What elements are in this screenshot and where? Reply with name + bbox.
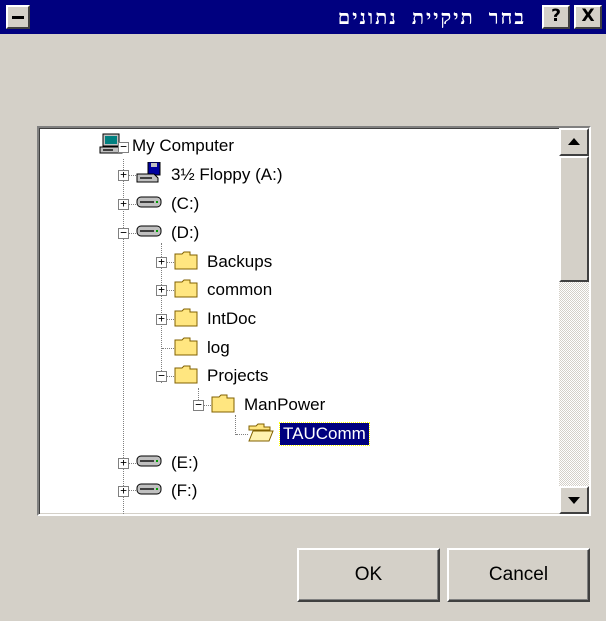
title-bar[interactable]: בחר תיקיית נתונים ? X xyxy=(0,0,606,34)
tree-item-label: TAUComm xyxy=(279,422,370,446)
folder-icon xyxy=(211,393,235,418)
open-folder-icon xyxy=(248,422,274,447)
arrow-down-icon xyxy=(568,497,580,504)
system-menu-icon[interactable] xyxy=(6,5,30,29)
expand-icon[interactable]: + xyxy=(156,256,167,268)
collapse-icon[interactable]: − xyxy=(193,399,204,411)
folder-icon xyxy=(174,336,198,361)
tree-item-log[interactable]: log xyxy=(174,335,233,361)
tree-item-label: Projects xyxy=(207,366,269,385)
tree-item-drive-e[interactable]: (E:) xyxy=(136,450,201,476)
tree-item-label: log xyxy=(207,338,230,357)
hard-drive-icon xyxy=(136,453,162,473)
close-button[interactable]: X xyxy=(574,5,602,29)
hard-drive-icon xyxy=(136,481,162,501)
tree-item-floppy[interactable]: 3½ Floppy (A:) xyxy=(136,161,286,189)
tree-item-label: common xyxy=(207,280,273,299)
tree-item-taucomm[interactable]: TAUComm xyxy=(248,421,370,447)
expand-icon[interactable]: + xyxy=(118,169,129,181)
tree-item-label: My Computer xyxy=(132,136,235,155)
tree-item-drive-d[interactable]: (D:) xyxy=(136,220,202,246)
tree-item-label: Backups xyxy=(207,252,273,271)
collapse-icon[interactable]: − xyxy=(118,141,129,153)
collapse-icon[interactable]: − xyxy=(156,370,167,382)
tree-item-label: (C:) xyxy=(171,194,200,213)
tree-item-projects[interactable]: Projects xyxy=(174,363,271,389)
ok-button[interactable]: OK xyxy=(297,548,440,602)
window-title: בחר תיקיית נתונים xyxy=(337,5,526,29)
tree-item-common[interactable]: common xyxy=(174,277,275,303)
expand-icon[interactable]: + xyxy=(118,198,129,210)
tree-item-label: (F:) xyxy=(171,481,198,500)
tree-item-label: 3½ Floppy (A:) xyxy=(171,165,283,184)
tree-item-intdoc[interactable]: IntDoc xyxy=(174,306,259,332)
tree-item-drive-f[interactable]: (F:) xyxy=(136,478,200,504)
expand-icon[interactable]: + xyxy=(118,485,129,497)
folder-tree[interactable]: My Computer − 3½ Floppy (A:) + (C:) + (D… xyxy=(37,126,591,516)
scroll-up-button[interactable] xyxy=(559,128,589,156)
vertical-scrollbar[interactable] xyxy=(559,128,589,514)
tree-item-label: (D:) xyxy=(171,223,200,242)
folder-icon xyxy=(174,307,198,332)
scroll-thumb[interactable] xyxy=(559,156,589,282)
folder-icon xyxy=(174,278,198,303)
arrow-up-icon xyxy=(568,138,580,145)
tree-item-drive-c[interactable]: (C:) xyxy=(136,191,202,217)
tree-item-label: (E:) xyxy=(171,453,199,472)
folder-icon xyxy=(174,364,198,389)
hard-drive-icon xyxy=(136,223,162,243)
help-button[interactable]: ? xyxy=(542,5,570,29)
expand-icon[interactable]: + xyxy=(118,457,129,469)
expand-icon[interactable]: + xyxy=(156,284,167,296)
scroll-down-button[interactable] xyxy=(559,486,589,514)
tree-item-backups[interactable]: Backups xyxy=(174,249,275,275)
cancel-button[interactable]: Cancel xyxy=(447,548,590,602)
tree-item-label: IntDoc xyxy=(207,309,257,328)
tree-item-manpower[interactable]: ManPower xyxy=(211,392,328,418)
tree-item-label: ManPower xyxy=(244,395,326,414)
floppy-drive-icon xyxy=(136,161,162,189)
folder-icon xyxy=(174,250,198,275)
folder-picker-dialog: בחר תיקיית נתונים ? X My Computer − 3½ F… xyxy=(0,0,606,621)
expand-icon[interactable]: + xyxy=(156,313,167,325)
hard-drive-icon xyxy=(136,194,162,214)
collapse-icon[interactable]: − xyxy=(118,227,129,239)
